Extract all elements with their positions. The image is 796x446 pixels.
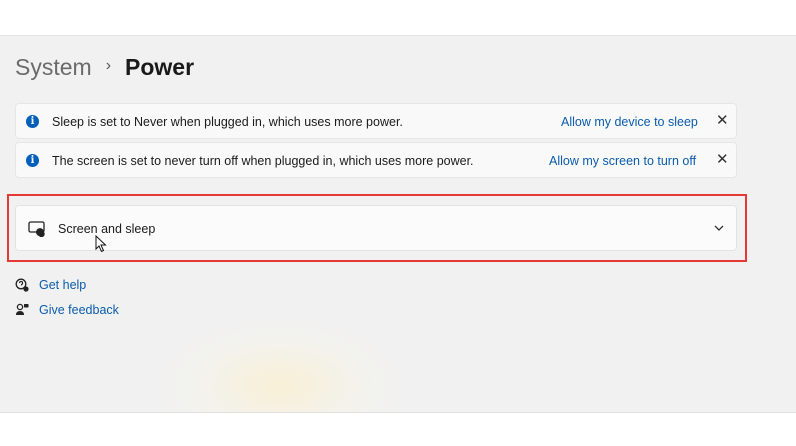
allow-screen-off-link[interactable]: Allow my screen to turn off [549,154,696,168]
give-feedback-label: Give feedback [39,303,119,317]
breadcrumb-system-link[interactable]: System [15,54,92,81]
sleep-info-bar: i Sleep is set to Never when plugged in,… [15,103,737,139]
mouse-cursor-icon [95,235,107,253]
get-help-label: Get help [39,278,87,292]
help-icon [15,278,29,292]
close-icon[interactable]: ✕ [716,151,729,169]
close-icon[interactable]: ✕ [716,112,729,130]
page-title: Power [125,53,195,80]
info-icon: i [26,154,39,167]
allow-device-sleep-link[interactable]: Allow my device to sleep [561,115,698,129]
feedback-icon [16,303,29,315]
background-glow [160,321,400,412]
sleep-info-message: Sleep is set to Never when plugged in, w… [52,115,403,129]
screen-info-bar: i The screen is set to never turn off wh… [15,142,737,178]
info-icon: i [26,115,39,128]
get-help-link[interactable]: Get help [15,276,86,294]
breadcrumb-separator-icon: › [105,57,112,74]
screen-info-message: The screen is set to never turn off when… [52,154,474,168]
highlight-box [7,194,747,262]
breadcrumb: System › Power [15,52,194,82]
give-feedback-link[interactable]: Give feedback [15,301,119,319]
